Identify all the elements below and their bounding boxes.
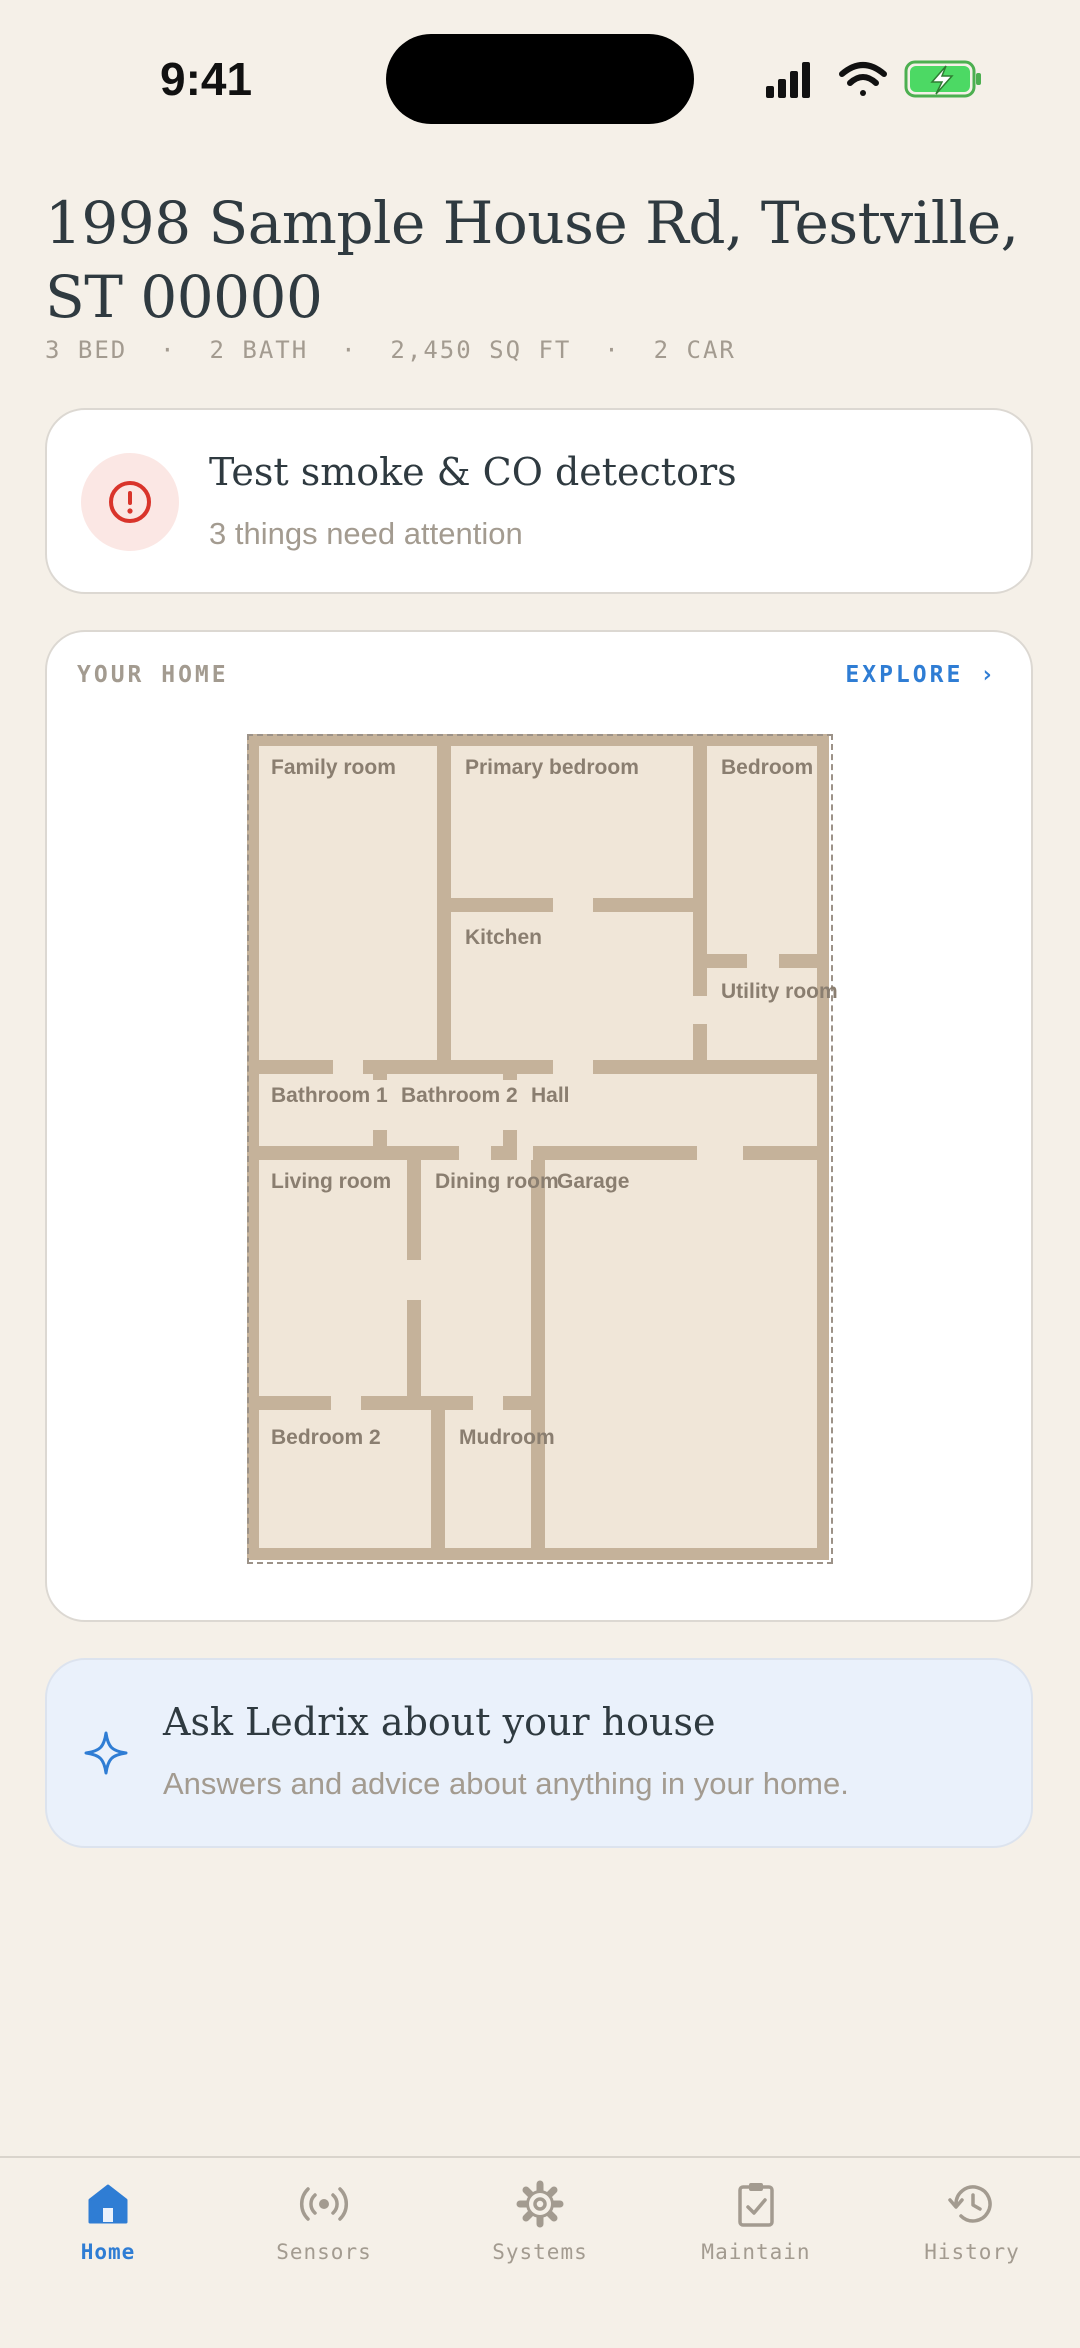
room-label-bedroom-2: Bedroom 2 [271,1426,381,1449]
tab-label-systems: Systems [492,2240,588,2264]
sparkle-icon [84,1731,128,1775]
home-icon [88,2184,128,2224]
tab-systems[interactable]: Systems [432,2178,648,2298]
tab-label-history: History [924,2240,1020,2264]
room-label-primary-bedroom: Primary bedroom [465,756,639,779]
ask-subtitle: Answers and advice about anything in you… [163,1766,849,1801]
room-label-family-room: Family room [271,756,396,779]
sensor-icon [300,2187,348,2221]
tab-label-maintain: Maintain [701,2240,811,2264]
signal-icon [766,62,810,98]
alert-badge [81,453,179,551]
floor-plan[interactable]: Family room Primary bedroom Bedroom 1 Ki… [247,734,838,1564]
tab-maintain[interactable]: Maintain [648,2178,864,2298]
tab-sensors[interactable]: Sensors [216,2178,432,2298]
room-label-bathroom-1: Bathroom 1 [271,1084,388,1107]
room-label-garage: Garage [557,1170,630,1193]
room-label-bathroom-2: Bathroom 2 [401,1084,518,1107]
gear-icon [516,2180,564,2228]
status-icons [766,60,981,98]
ask-title: Ask Ledrix about your house [163,1700,716,1744]
room-label-dining-room: Dining room [435,1170,559,1193]
room-label-utility-room: Utility room [721,980,838,1003]
history-icon [948,2185,992,2223]
ask-ledrix-card[interactable]: Ask Ledrix about your house Answers and … [45,1658,1033,1848]
attention-card[interactable]: Test smoke & CO detectors 3 things need … [45,408,1033,594]
tab-label-sensors: Sensors [276,2240,372,2264]
property-specs: 3 BED · 2 BATH · 2,450 SQ FT · 2 CAR [45,336,736,364]
room-label-hall: Hall [531,1084,570,1107]
your-home-label: YOUR HOME [77,662,229,688]
clipboard-check-icon [738,2183,774,2227]
wifi-icon [839,62,887,96]
room-label-living-room: Living room [271,1170,392,1193]
room-label-kitchen: Kitchen [465,926,543,949]
alert-title: Test smoke & CO detectors [209,450,737,494]
tab-bar: Home Sensors Systems Maintain History [0,2156,1080,2348]
status-bar: 9:41 [0,0,1080,150]
tab-label-home: Home [80,2240,136,2264]
dynamic-island [386,34,694,124]
explore-link[interactable]: EXPLORE › [845,662,997,688]
tab-home[interactable]: Home [0,2178,216,2298]
room-label-bedroom-1: Bedroom 1 [721,756,817,779]
property-address: 1998 Sample House Rd, Testville, ST 0000… [45,189,1019,331]
alert-subtitle: 3 things need attention [209,516,523,551]
tab-history[interactable]: History [864,2178,1080,2298]
alert-circle-icon [109,481,151,523]
your-home-card: YOUR HOME EXPLORE › Family room Primary … [45,630,1033,1622]
battery-charging-icon [904,60,981,98]
status-time: 9:41 [160,53,253,105]
room-label-mudroom: Mudroom [459,1426,555,1449]
